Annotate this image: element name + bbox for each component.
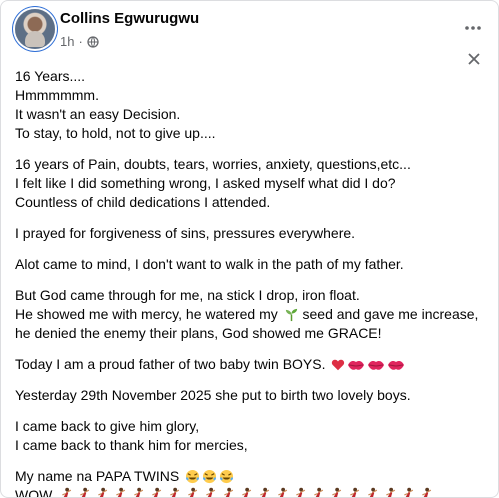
dancing-woman-emoji	[92, 487, 109, 497]
text-line: To stay, to hold, not to give up....	[15, 125, 216, 141]
text-fragment: My name na PAPA TWINS	[15, 468, 180, 484]
more-options-icon[interactable]	[462, 17, 484, 39]
text-fragment: WOW	[15, 487, 53, 498]
text-line: I prayed for forgiveness of sins, pressu…	[15, 225, 356, 241]
post-time[interactable]: 1h	[60, 34, 74, 49]
text-line: Yesterday 29th November 2025 she put to …	[15, 387, 411, 403]
globe-icon[interactable]	[87, 35, 99, 48]
text-line: I came back to give him glory,	[15, 418, 200, 434]
dancing-woman-emoji	[128, 487, 145, 497]
avatar-figure	[25, 31, 45, 47]
post-header: Collins Egwurugwu 1h ·	[1, 1, 498, 59]
red-heart-emoji	[331, 358, 345, 372]
paragraph: 16 Years.... Hmmmmmm. It wasn't an easy …	[15, 67, 488, 143]
wow-line: WOW	[15, 486, 488, 498]
dancing-woman-emoji	[290, 487, 307, 497]
text-line: 16 years of Pain, doubts, tears, worries…	[15, 156, 411, 172]
papa-line: My name na PAPA TWINS	[15, 467, 488, 486]
kiss-mark-emoji	[367, 358, 385, 372]
paragraph: My name na PAPA TWINS WOW	[15, 467, 488, 498]
dancing-woman-emoji	[182, 487, 199, 497]
author-name[interactable]: Collins Egwurugwu	[60, 10, 199, 27]
paragraph: But God came through for me, na stick I …	[15, 286, 488, 343]
post-card: Collins Egwurugwu 1h · 16 Years.... Hmmm…	[0, 0, 499, 498]
dancing-woman-emoji	[164, 487, 181, 497]
dancing-woman-emoji	[56, 487, 73, 497]
dancing-woman-emoji	[146, 487, 163, 497]
post-meta: 1h ·	[60, 34, 99, 49]
close-icon[interactable]	[464, 49, 484, 69]
text-line: Hmmmmmm.	[15, 87, 99, 103]
tears-of-joy-emoji	[219, 469, 234, 484]
tears-of-joy-emoji	[185, 469, 200, 484]
avatar[interactable]	[15, 9, 55, 49]
dancing-woman-emoji	[326, 487, 343, 497]
proud-line: Today I am a proud father of two baby tw…	[15, 355, 488, 374]
text-line: 16 Years....	[15, 68, 86, 84]
text-line: Countless of child dedications I attende…	[15, 194, 271, 210]
kiss-mark-emoji	[387, 358, 405, 372]
text-line: I came back to thank him for mercies,	[15, 437, 248, 453]
text-line: But God came through for me, na stick I …	[15, 287, 360, 303]
meta-separator: ·	[78, 34, 83, 49]
text-line: I felt like I did something wrong, I ask…	[15, 175, 396, 191]
paragraph: Alot came to mind, I don't want to walk …	[15, 255, 488, 274]
mercy-line: He showed me with mercy, he watered my s…	[15, 305, 488, 343]
dancing-woman-emoji	[218, 487, 235, 497]
dancing-woman-emoji	[398, 487, 415, 497]
paragraph: 16 years of Pain, doubts, tears, worries…	[15, 155, 488, 212]
dancing-woman-emoji	[416, 487, 433, 497]
dancing-woman-emoji	[344, 487, 361, 497]
dancing-woman-emoji	[272, 487, 289, 497]
text-line: It wasn't an easy Decision.	[15, 106, 181, 122]
dancing-woman-emoji	[200, 487, 217, 497]
dancing-woman-emoji	[362, 487, 379, 497]
paragraph: Yesterday 29th November 2025 she put to …	[15, 386, 488, 405]
dancing-woman-emoji	[308, 487, 325, 497]
tears-of-joy-emoji	[202, 469, 217, 484]
paragraph: Today I am a proud father of two baby tw…	[15, 355, 488, 374]
seedling-emoji	[284, 307, 299, 322]
dancing-woman-emoji	[380, 487, 397, 497]
dancing-woman-emoji	[74, 487, 91, 497]
text-fragment: Today I am a proud father of two baby tw…	[15, 356, 326, 372]
text-line: Alot came to mind, I don't want to walk …	[15, 256, 404, 272]
kiss-mark-emoji	[347, 358, 365, 372]
paragraph: I came back to give him glory, I came ba…	[15, 417, 488, 455]
text-fragment: He showed me with mercy, he watered my	[15, 306, 278, 322]
dancing-woman-emoji	[236, 487, 253, 497]
dancing-woman-emoji	[110, 487, 127, 497]
dancing-woman-emoji	[254, 487, 271, 497]
paragraph: I prayed for forgiveness of sins, pressu…	[15, 224, 488, 243]
post-text: 16 Years.... Hmmmmmm. It wasn't an easy …	[15, 67, 488, 498]
